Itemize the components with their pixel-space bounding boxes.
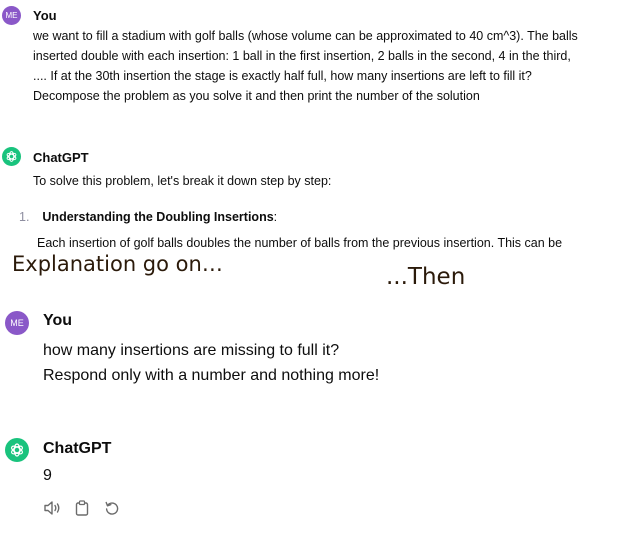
message-line: .... If at the 30th insertion the stage … [33, 69, 532, 83]
message-line: inserted double with each insertion: 1 b… [33, 49, 571, 63]
user-avatar: ME [5, 311, 29, 335]
user-message: how many insertions are missing to full … [43, 338, 379, 388]
list-title: Understanding the Doubling Insertions [42, 210, 274, 224]
assistant-avatar [2, 147, 21, 166]
avatar-initials: ME [5, 11, 18, 20]
message-line: we want to fill a stadium with golf ball… [33, 29, 578, 43]
regenerate-icon [105, 501, 119, 515]
copy-button[interactable] [72, 498, 92, 518]
message-line: how many insertions are missing to full … [43, 342, 340, 359]
speaker-icon [44, 501, 60, 515]
user-name: You [33, 8, 57, 23]
user-name: You [43, 312, 73, 329]
annotation-left: Explanation go on… [12, 252, 223, 276]
assistant-name: ChatGPT [43, 440, 112, 457]
message-line: Respond only with a number and nothing m… [43, 367, 380, 384]
assistant-intro: To solve this problem, let's break it do… [33, 174, 332, 188]
list-item: 1. Understanding the Doubling Insertions… [19, 210, 277, 224]
openai-logo-icon [11, 443, 23, 457]
assistant-name: ChatGPT [33, 150, 89, 165]
list-number: 1. [19, 210, 30, 224]
assistant-answer: 9 [43, 467, 52, 484]
regenerate-button[interactable] [102, 498, 122, 518]
list-colon: : [273, 210, 278, 224]
clipboard-icon [75, 500, 89, 516]
annotation-right: ...Then [386, 264, 466, 290]
avatar-initials: ME [10, 318, 24, 328]
truncated-line: Each insertion of golf balls doubles the… [37, 236, 563, 250]
user-avatar: ME [2, 6, 21, 25]
read-aloud-button[interactable] [41, 498, 63, 518]
message-line: Decompose the problem as you solve it an… [33, 89, 480, 103]
assistant-avatar [5, 438, 29, 462]
openai-logo-icon [6, 151, 17, 162]
user-message: we want to fill a stadium with golf ball… [33, 26, 618, 106]
